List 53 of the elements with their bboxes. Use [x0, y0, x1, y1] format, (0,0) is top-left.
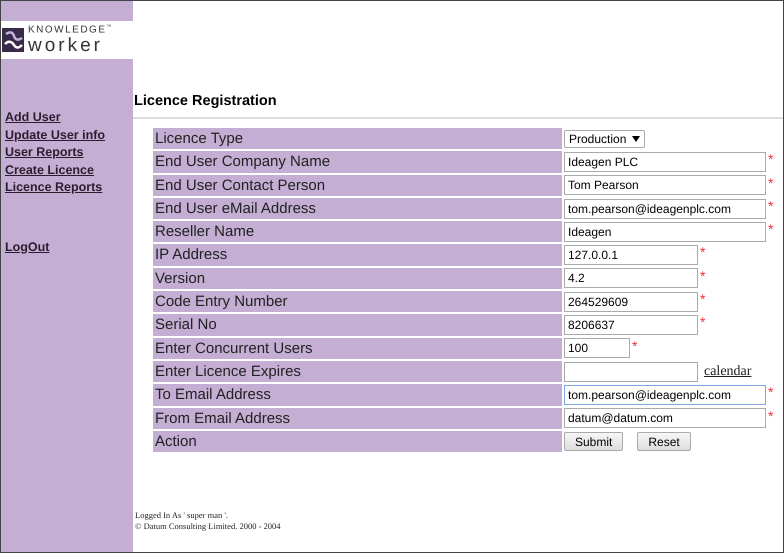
required-mark: * — [768, 153, 774, 166]
field-label: From Email Address — [153, 408, 562, 429]
field-label: Licence Type — [153, 128, 562, 150]
form-button[interactable]: Submit — [564, 432, 624, 451]
input-field[interactable]: 8206637 — [564, 315, 698, 336]
nav-link[interactable]: Update User info — [5, 126, 106, 144]
logout-link[interactable]: LogOut — [5, 238, 50, 256]
required-mark: * — [768, 223, 774, 236]
input-field[interactable]: tom.pearson@ideagenplc.com — [564, 384, 766, 405]
copyright-text: © Datum Consulting Limited. 2000 - 2004 — [135, 521, 282, 532]
nav-link[interactable]: Add User — [5, 109, 61, 126]
field-label: Version — [153, 268, 562, 290]
required-mark: * — [632, 340, 638, 352]
input-field[interactable]: Ideagen PLC — [564, 152, 766, 172]
field-label: To Email Address — [153, 384, 562, 406]
field-label: End User Contact Person — [153, 174, 562, 196]
input-field[interactable]: datum@datum.com — [564, 408, 766, 428]
input-field[interactable]: Ideagen — [564, 222, 766, 242]
required-mark: * — [700, 270, 706, 282]
field-label: Enter Licence Expires — [153, 360, 562, 382]
nav-link[interactable]: User Reports — [5, 144, 84, 162]
input-field[interactable]: 4.2 — [564, 268, 698, 288]
field-label: End User eMail Address — [153, 198, 562, 220]
required-mark: * — [768, 410, 774, 422]
field-label: Action — [153, 430, 562, 452]
field-label: End User Company Name — [153, 151, 562, 173]
input-field[interactable]: 127.0.0.1 — [564, 245, 698, 266]
input-field[interactable]: Tom Pearson — [564, 175, 766, 196]
required-mark: * — [768, 176, 774, 189]
required-mark: * — [700, 293, 706, 306]
field-label: Serial No — [153, 314, 562, 336]
nav-link[interactable]: Licence Reports — [5, 179, 102, 196]
field-label: IP Address — [153, 244, 562, 266]
input-field[interactable]: 100 — [564, 338, 630, 358]
caret-icon — [632, 136, 640, 142]
required-mark: * — [700, 246, 706, 258]
input-field[interactable]: 264529609 — [564, 292, 698, 312]
field-label: Code Entry Number — [153, 291, 562, 312]
licence-type-dropdown[interactable]: Production — [564, 130, 646, 148]
nav-link[interactable]: Create Licence — [5, 162, 94, 179]
logo-text: worker — [28, 36, 104, 55]
calendar-link[interactable]: calendar — [704, 364, 752, 380]
required-mark: * — [700, 316, 706, 328]
logo-text: KNOWLEDGE$^{™}$ — [28, 25, 114, 36]
input-field[interactable] — [564, 362, 698, 382]
form-button[interactable]: Reset — [637, 432, 691, 451]
input-field[interactable]: tom.pearson@ideagenplc.com — [564, 198, 766, 219]
field-label: Enter Concurrent Users — [153, 338, 562, 359]
required-mark: * — [768, 200, 774, 212]
login-status: Logged In As ' super man '. — [135, 510, 230, 521]
required-mark: * — [768, 386, 774, 398]
page-title: Licence Registration — [133, 92, 278, 110]
field-label: Reseller Name — [153, 221, 562, 242]
